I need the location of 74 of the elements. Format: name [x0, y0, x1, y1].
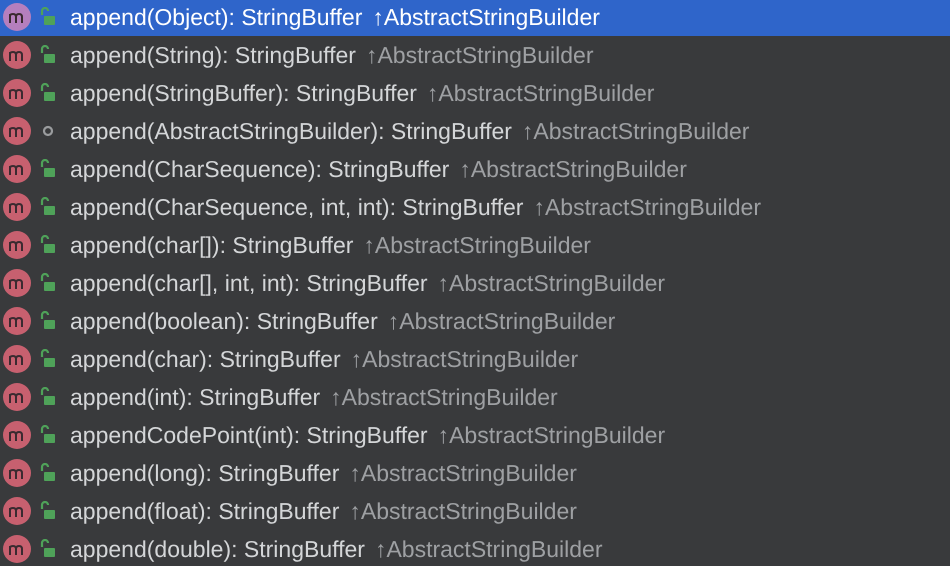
inherited-from: ↑AbstractStringBuilder	[522, 116, 750, 146]
inherited-from: ↑AbstractStringBuilder	[533, 192, 762, 222]
inherited-from: ↑AbstractStringBuilder	[330, 382, 558, 412]
completion-item[interactable]: append(String): StringBuffer ↑AbstractStringBuilder	[0, 36, 950, 74]
method-icon	[2, 154, 32, 184]
open-lock-icon	[40, 463, 56, 483]
completion-item[interactable]: append(int): StringBuffer ↑AbstractStringBuilder	[0, 378, 950, 416]
inherited-from: ↑AbstractStringBuilder	[438, 420, 666, 450]
completion-item[interactable]: append(CharSequence, int, int): StringBuffer ↑AbstractStringBuilder	[0, 188, 950, 226]
method-icon	[2, 534, 32, 564]
completion-item[interactable]: append(CharSequence): StringBuffer ↑AbstractStringBuilder	[0, 150, 950, 188]
completion-item[interactable]: append(StringBuffer): StringBuffer ↑AbstractStringBuilder	[0, 74, 950, 112]
open-lock-icon	[40, 425, 56, 445]
open-lock-icon	[40, 197, 56, 217]
inherited-from: ↑AbstractStringBuilder	[350, 344, 578, 374]
method-signature: append(AbstractStringBuilder): StringBuffer	[70, 116, 512, 146]
inherited-from: ↑AbstractStringBuilder	[374, 534, 602, 564]
completion-item[interactable]: append(AbstractStringBuilder): StringBuffer ↑AbstractStringBuilder	[0, 112, 950, 150]
method-signature: append(int): StringBuffer	[70, 382, 320, 412]
method-signature: append(CharSequence): StringBuffer	[70, 154, 450, 184]
completion-item[interactable]: append(char): StringBuffer ↑AbstractStringBuilder	[0, 340, 950, 378]
method-icon	[2, 2, 32, 32]
open-lock-icon	[40, 387, 56, 407]
open-lock-icon	[40, 45, 56, 65]
method-signature: append(StringBuffer): StringBuffer	[70, 78, 417, 108]
method-signature: appendCodePoint(int): StringBuffer	[70, 420, 428, 450]
inherited-from: ↑AbstractStringBuilder	[366, 40, 594, 70]
method-signature: append(char): StringBuffer	[70, 344, 341, 374]
inherited-from: ↑AbstractStringBuilder	[459, 154, 687, 184]
inherited-from: ↑AbstractStringBuilder	[388, 306, 616, 336]
open-lock-icon	[40, 501, 56, 521]
completion-item[interactable]: append(double): StringBuffer ↑AbstractStringBuilder	[0, 530, 950, 566]
inherited-from: ↑AbstractStringBuilder	[426, 78, 654, 108]
method-signature: append(String): StringBuffer	[70, 40, 356, 70]
inherited-from: ↑AbstractStringBuilder	[349, 458, 577, 488]
method-signature: append(CharSequence, int, int): StringBuffer	[70, 192, 524, 222]
inherited-from: ↑AbstractStringBuilder	[363, 230, 591, 260]
inherited-from: ↑AbstractStringBuilder	[372, 2, 600, 32]
method-signature: append(char[], int, int): StringBuffer	[70, 268, 428, 298]
open-lock-icon	[40, 7, 56, 27]
method-signature: append(float): StringBuffer	[70, 496, 340, 526]
method-icon	[2, 496, 32, 526]
method-icon	[2, 230, 32, 260]
open-lock-icon	[40, 311, 56, 331]
completion-item[interactable]: append(long): StringBuffer ↑AbstractStringBuilder	[0, 454, 950, 492]
completion-item[interactable]: appendCodePoint(int): StringBuffer ↑AbstractStringBuilder	[0, 416, 950, 454]
method-signature: append(Object): StringBuffer	[70, 2, 362, 32]
method-signature: append(long): StringBuffer	[70, 458, 340, 488]
open-lock-icon	[40, 539, 56, 559]
open-lock-icon	[40, 83, 56, 103]
inherited-from: ↑AbstractStringBuilder	[438, 268, 666, 298]
method-icon	[2, 78, 32, 108]
completion-item[interactable]: append(char[], int, int): StringBuffer ↑AbstractStringBuilder	[0, 264, 950, 302]
method-icon	[2, 40, 32, 70]
method-signature: append(double): StringBuffer	[70, 534, 365, 564]
method-icon	[2, 306, 32, 336]
completion-item[interactable]: append(Object): StringBuffer ↑AbstractStringBuilder	[0, 0, 950, 36]
open-lock-icon	[40, 235, 56, 255]
inherited-from: ↑AbstractStringBuilder	[349, 496, 577, 526]
method-icon	[2, 116, 32, 146]
method-icon	[2, 192, 32, 222]
completion-item[interactable]: append(boolean): StringBuffer ↑AbstractStringBuilder	[0, 302, 950, 340]
method-icon	[2, 382, 32, 412]
method-icon	[2, 420, 32, 450]
method-signature: append(boolean): StringBuffer	[70, 306, 378, 336]
completion-item[interactable]: append(char[]): StringBuffer ↑AbstractStringBuilder	[0, 226, 950, 264]
open-lock-icon	[40, 159, 56, 179]
method-icon	[2, 458, 32, 488]
method-icon	[2, 344, 32, 374]
completion-item[interactable]: append(float): StringBuffer ↑AbstractStringBuilder	[0, 492, 950, 530]
method-signature: append(char[]): StringBuffer	[70, 230, 354, 260]
open-lock-icon	[40, 349, 56, 369]
method-icon	[2, 268, 32, 298]
open-lock-icon	[40, 273, 56, 293]
